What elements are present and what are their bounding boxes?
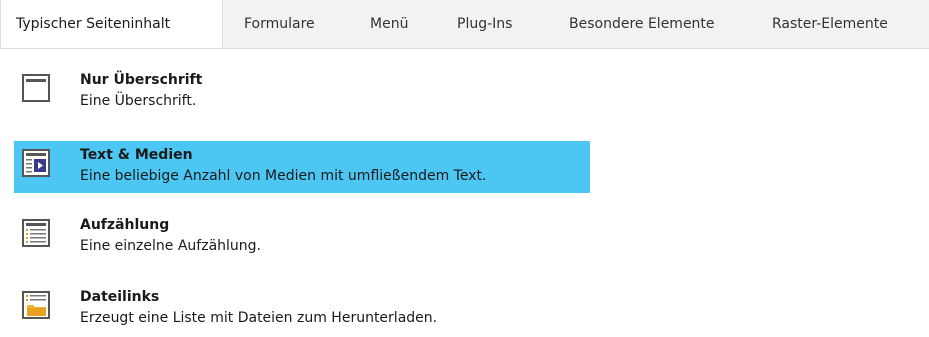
text-media-icon <box>22 149 50 177</box>
tab-menue[interactable]: Menü <box>370 0 408 48</box>
item-description: Erzeugt eine Liste mit Dateien zum Herun… <box>80 310 438 326</box>
content-element-file-links[interactable]: Dateilinks Erzeugt eine Liste mit Dateie… <box>14 283 590 335</box>
content-element-text-media[interactable]: Text & Medien Eine beliebige Anzahl von … <box>14 141 590 193</box>
bullet-list-icon <box>22 219 50 247</box>
content-element-header-only[interactable]: Nur Überschrift Eine Überschrift. <box>14 66 590 118</box>
item-description: Eine einzelne Aufzählung. <box>80 238 261 254</box>
item-title: Nur Überschrift <box>80 72 203 88</box>
item-description: Eine Überschrift. <box>80 93 197 109</box>
tab-formulare[interactable]: Formulare <box>244 0 315 48</box>
tab-raster-elemente[interactable]: Raster-Elemente <box>772 0 888 48</box>
tab-besondere-elemente[interactable]: Besondere Elemente <box>569 0 715 48</box>
item-title: Dateilinks <box>80 289 160 305</box>
item-description: Eine beliebige Anzahl von Medien mit umf… <box>80 168 487 184</box>
item-title: Aufzählung <box>80 217 170 233</box>
tab-plug-ins[interactable]: Plug-Ins <box>457 0 512 48</box>
tab-typischer-seiteninhalt[interactable]: Typischer Seiteninhalt <box>0 0 223 48</box>
content-element-tabbar: Typischer Seiteninhalt Formulare Menü Pl… <box>0 0 929 49</box>
file-links-icon <box>22 291 50 319</box>
item-title: Text & Medien <box>80 147 193 163</box>
header-only-icon <box>22 74 50 102</box>
content-element-bullet-list[interactable]: Aufzählung Eine einzelne Aufzählung. <box>14 211 590 263</box>
